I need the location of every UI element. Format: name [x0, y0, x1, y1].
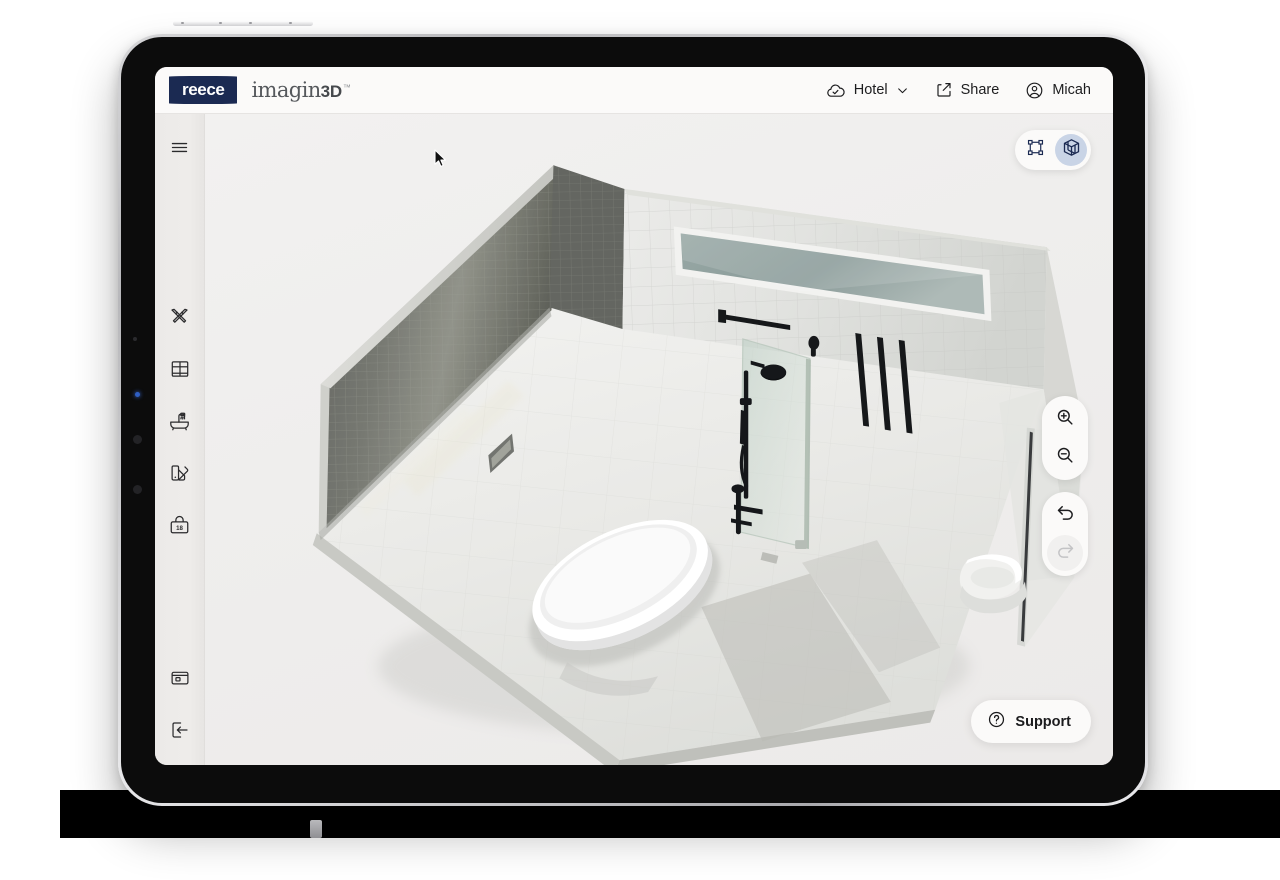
brand: reece imagin 3D ™ [169, 76, 351, 104]
view-mode-toggle [1015, 130, 1091, 170]
redo-button[interactable] [1047, 535, 1083, 571]
sidebar-item-room-layout[interactable] [161, 350, 199, 388]
zoom-in-button[interactable] [1047, 401, 1083, 437]
chevron-down-icon [896, 84, 909, 97]
cloud-check-icon [825, 80, 846, 101]
sidebar-item-finishes[interactable] [161, 454, 199, 492]
share-label: Share [960, 82, 1000, 98]
account-name-label: Micah [1052, 82, 1091, 98]
svg-text:18: 18 [176, 524, 183, 531]
tablet-top-sensor-strip [173, 21, 313, 26]
magnifier-minus-icon [1055, 445, 1075, 470]
support-label: Support [1015, 713, 1071, 730]
zoom-controls [1042, 396, 1088, 480]
hamburger-menu-button[interactable] [161, 128, 199, 166]
wordmark-secondary: 3D [320, 82, 342, 101]
support-button[interactable]: Support [971, 700, 1091, 743]
screenshot-stage: reece imagin 3D ™ Hotel Share Micah 18 S… [0, 0, 1280, 880]
zoom-out-button[interactable] [1047, 439, 1083, 475]
reece-logo[interactable]: reece [169, 76, 238, 104]
question-circle-icon [987, 710, 1006, 733]
exit-icon [169, 719, 191, 741]
sidebar-item-snapshot[interactable] [161, 659, 199, 697]
wordmark-primary: imagin [251, 78, 321, 102]
tablet-bezel: reece imagin 3D ™ Hotel Share Micah 18 S… [121, 21, 1145, 803]
camera-icon [169, 667, 191, 689]
wordmark-trademark: ™ [342, 83, 351, 92]
sidebar-item-fixtures[interactable] [161, 402, 199, 440]
sidebar-item-design-tools[interactable] [161, 298, 199, 336]
history-controls [1042, 492, 1088, 576]
design-canvas[interactable]: Support [205, 114, 1113, 765]
tablet-front-camera [133, 337, 137, 341]
bathroom-3d-render [205, 114, 1113, 765]
magnifier-plus-icon [1055, 407, 1075, 432]
app-header: reece imagin 3D ™ Hotel Share Micah [155, 67, 1113, 114]
project-save-status[interactable]: Hotel [825, 80, 909, 101]
undo-arrow-icon [1055, 502, 1076, 528]
tablet-connector [310, 820, 322, 838]
sidebar-tool-group: 18 [161, 298, 199, 544]
sidebar-item-exit[interactable] [161, 711, 199, 749]
undo-button[interactable] [1047, 497, 1083, 533]
pencil-ruler-icon [168, 306, 191, 329]
app-body: 18 Support [155, 114, 1113, 765]
user-circle-icon [1025, 81, 1044, 100]
project-name-label: Hotel [853, 82, 888, 98]
shopping-bag-icon: 18 [168, 514, 191, 537]
imagin3d-wordmark: imagin 3D ™ [251, 78, 350, 102]
tablet-status-led [135, 392, 140, 397]
hamburger-icon [169, 137, 190, 158]
sidebar-bottom-group [161, 659, 199, 749]
window-grid-icon [169, 358, 191, 380]
sidebar-item-cart[interactable]: 18 [161, 506, 199, 544]
view-3d-button[interactable] [1055, 134, 1087, 166]
color-swatch-icon [169, 462, 191, 484]
bathtub-shower-icon [168, 410, 191, 433]
tablet-device: reece imagin 3D ™ Hotel Share Micah 18 S… [118, 21, 1148, 806]
redo-arrow-icon [1055, 540, 1076, 566]
share-icon [935, 81, 953, 99]
view-2d-button[interactable] [1019, 134, 1051, 166]
tablet-sensor-upper [133, 435, 142, 444]
account-button[interactable]: Micah [1025, 81, 1091, 100]
sidebar: 18 [155, 114, 205, 765]
tablet-screen: reece imagin 3D ™ Hotel Share Micah 18 S… [155, 67, 1113, 765]
header-actions: Hotel Share Micah [825, 80, 1091, 101]
plan-2d-icon [1026, 138, 1045, 162]
share-button[interactable]: Share [935, 81, 1000, 99]
tablet-sensor-lower [133, 485, 142, 494]
cube-3d-icon [1061, 137, 1082, 163]
